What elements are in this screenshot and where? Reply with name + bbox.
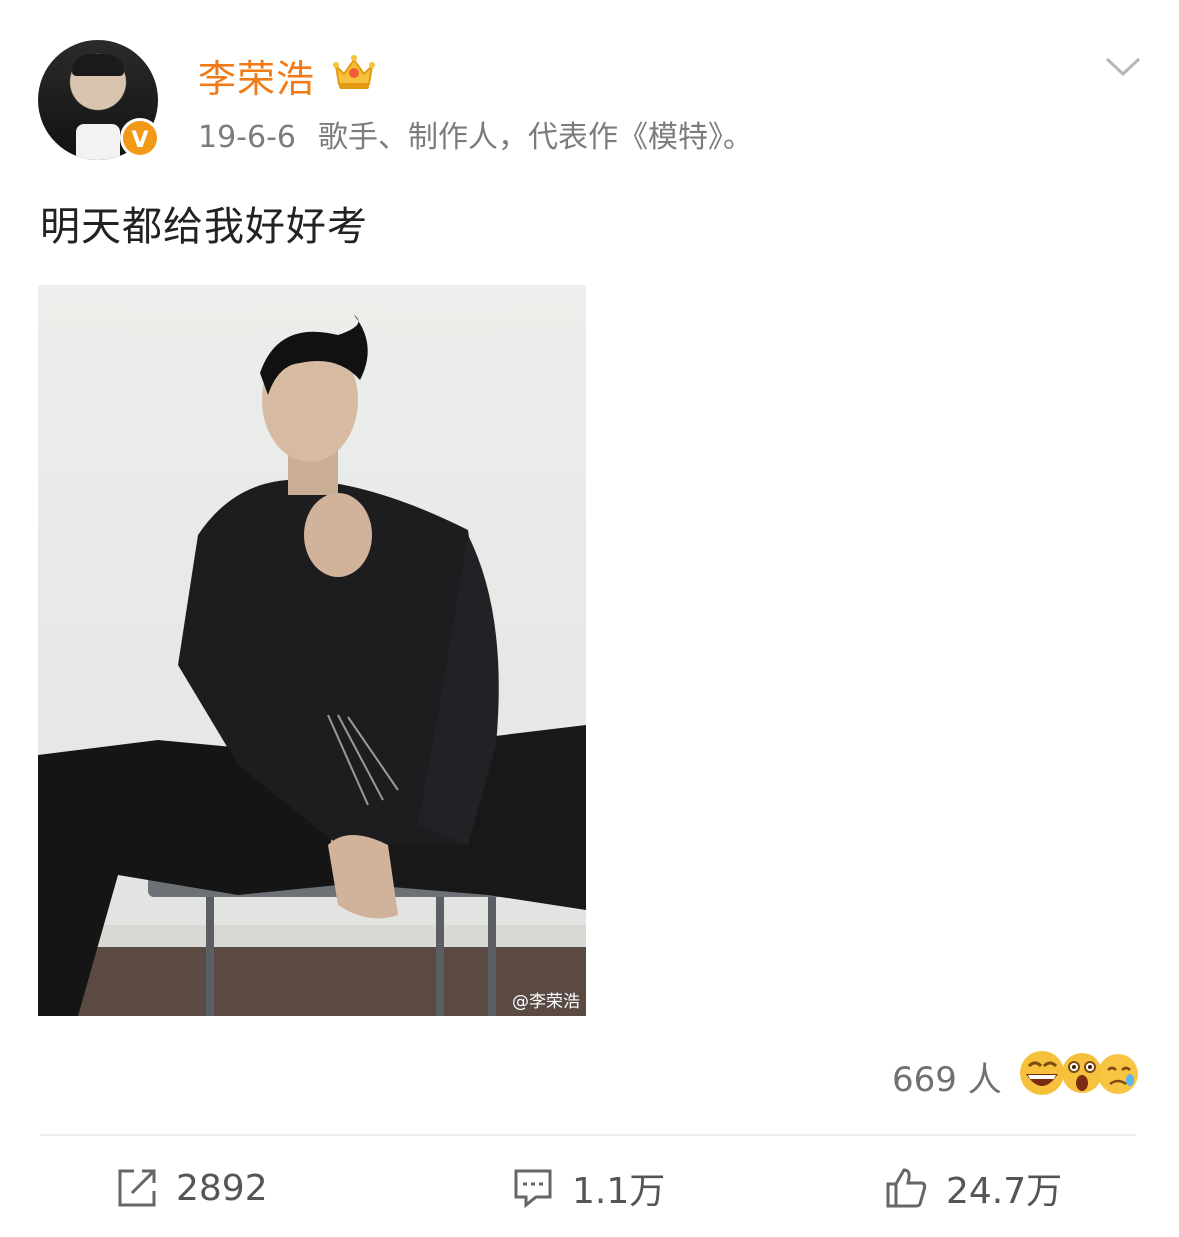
reaction-emojis[interactable] <box>1018 1048 1142 1098</box>
post-text: 明天都给我好好考 <box>40 204 368 250</box>
author-description: 歌手、制作人，代表作《模特》。 <box>318 120 753 155</box>
thumbs-up-icon <box>886 1168 927 1208</box>
verified-badge-icon: V <box>120 118 160 158</box>
chevron-down-icon[interactable] <box>1104 54 1142 80</box>
reaction-count[interactable]: 669 人 <box>892 1052 1002 1101</box>
comment-button[interactable]: 1.1万 <box>512 1160 665 1216</box>
shocked-emoji <box>1062 1053 1102 1093</box>
weibo-post: V 李荣浩 19-6-6 歌手、制作人，代表作《模特》。 明天都给我好好考 @李… <box>0 0 1179 1237</box>
share-count: 2892 <box>176 1167 268 1209</box>
share-icon <box>118 1169 156 1207</box>
comment-count: 1.1万 <box>572 1171 666 1212</box>
comment-icon <box>514 1169 552 1209</box>
share-button[interactable]: 2892 <box>116 1160 268 1216</box>
crying-emoji <box>1098 1054 1138 1094</box>
laughing-emoji <box>1020 1051 1064 1095</box>
username[interactable]: 李荣浩 <box>198 48 315 103</box>
divider <box>40 1134 1136 1136</box>
post-meta: 19-6-6 歌手、制作人，代表作《模特》。 <box>198 112 753 156</box>
image-watermark: @李荣浩 <box>512 992 580 1012</box>
post-date: 19-6-6 <box>198 120 296 155</box>
avatar[interactable]: V <box>38 40 160 162</box>
like-button[interactable]: 24.7万 <box>884 1160 1062 1216</box>
post-image-illustration <box>38 315 586 1016</box>
like-count: 24.7万 <box>946 1171 1063 1212</box>
crown-icon <box>333 55 375 89</box>
post-image[interactable]: @李荣浩 <box>38 285 586 1016</box>
